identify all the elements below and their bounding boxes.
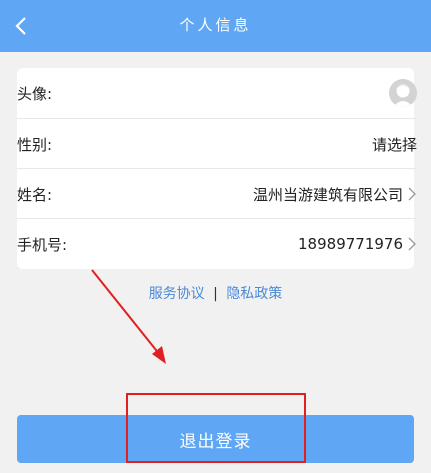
- name-value-text: 温州当游建筑有限公司: [252, 185, 403, 204]
- avatar-label: 头像:: [17, 84, 53, 103]
- name-value[interactable]: 温州当游建筑有限公司: [253, 184, 417, 205]
- phone-row[interactable]: 手机号: 18989771976: [17, 219, 417, 269]
- service-agreement-link[interactable]: 服务协议: [149, 286, 205, 302]
- phone-value[interactable]: 18989771976: [298, 235, 417, 253]
- phone-value-text: 18989771976: [298, 235, 403, 253]
- name-label: 姓名:: [17, 185, 53, 204]
- gender-value-text: 请选择: [371, 135, 417, 154]
- phone-label: 手机号:: [17, 235, 68, 254]
- gender-row[interactable]: 性别: 请选择: [17, 119, 417, 169]
- page-title: 个人信息: [179, 16, 252, 34]
- avatar-row[interactable]: 头像:: [17, 68, 417, 118]
- privacy-policy-link[interactable]: 隐私政策: [226, 286, 282, 302]
- name-row[interactable]: 姓名: 温州当游建筑有限公司: [17, 169, 417, 219]
- gender-label: 性别:: [17, 135, 53, 154]
- link-separator: |: [213, 286, 218, 302]
- chevron-right-icon: [408, 187, 416, 201]
- chevron-right-icon: [408, 237, 416, 251]
- default-avatar-icon: [389, 79, 417, 107]
- gender-value[interactable]: 请选择: [372, 134, 417, 155]
- avatar[interactable]: [389, 79, 417, 107]
- agreement-links: 服务协议 | 隐私政策: [0, 283, 431, 303]
- logout-button[interactable]: 退出登录: [17, 415, 414, 463]
- app-header: 个人信息: [0, 0, 431, 52]
